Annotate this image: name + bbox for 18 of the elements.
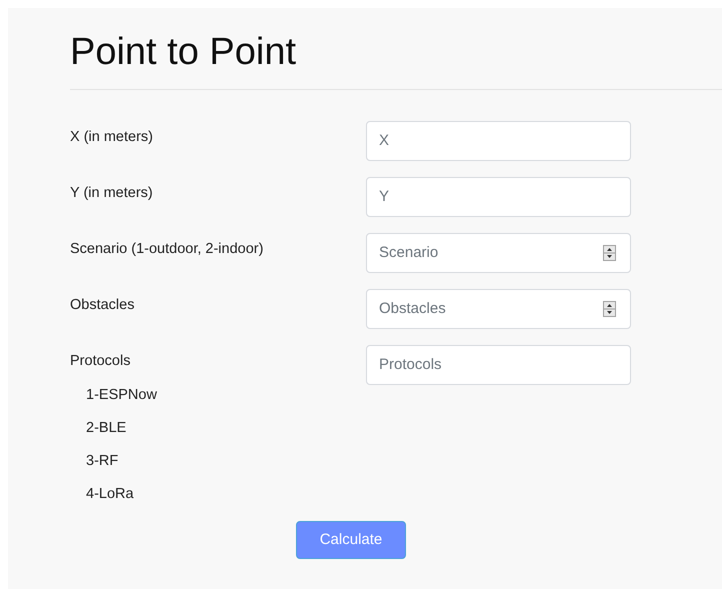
field-label: Scenario (1-outdoor, 2-indoor) xyxy=(70,240,264,259)
calculate-button[interactable]: Calculate xyxy=(296,521,406,560)
protocol-option: 1-ESPNow xyxy=(86,384,366,406)
field-label: Obstacles xyxy=(70,296,136,315)
input-field[interactable]: Protocols xyxy=(366,344,631,385)
spinner-icon[interactable] xyxy=(603,300,616,317)
field-label: Protocols xyxy=(70,352,132,371)
protocol-option: 2-BLE xyxy=(86,417,366,440)
input-field[interactable]: Y xyxy=(366,176,631,217)
protocol-option: 4-LoRa xyxy=(86,483,366,506)
page-title: Point to Point xyxy=(70,30,298,75)
protocol-option: 3-RF xyxy=(86,450,366,472)
field-label: Y (in meters) xyxy=(70,184,154,203)
input-field[interactable]: X xyxy=(366,120,631,161)
number-field[interactable]: Scenario xyxy=(366,232,631,273)
number-field[interactable]: Obstacles xyxy=(366,288,631,329)
spinner-icon[interactable] xyxy=(603,244,616,261)
field-label: X (in meters) xyxy=(70,128,154,147)
